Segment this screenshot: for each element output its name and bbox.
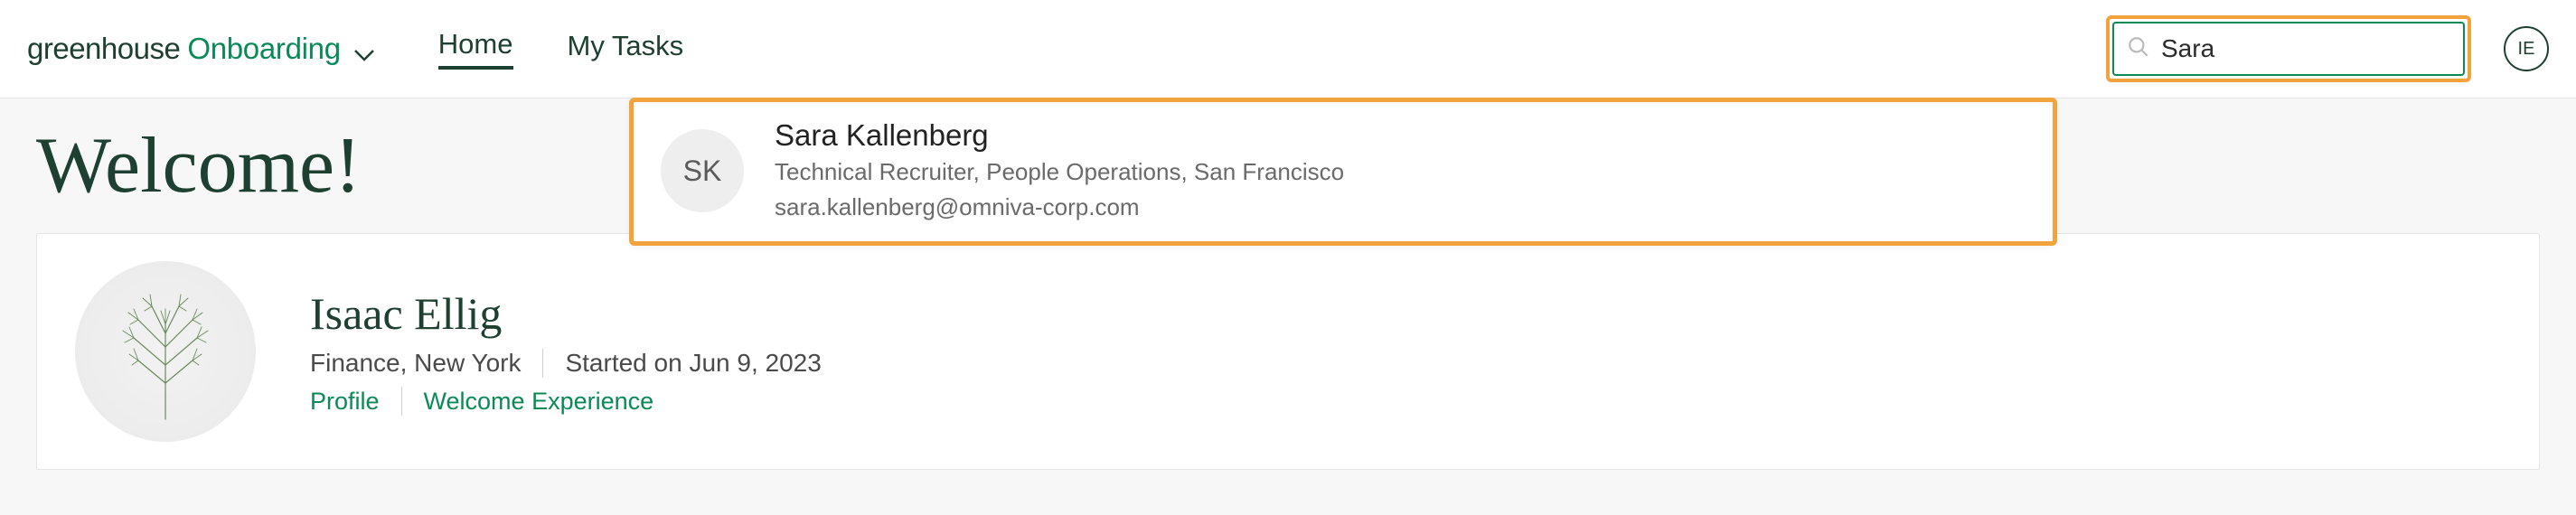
search-box[interactable] <box>2112 22 2465 76</box>
profile-info: Isaac Ellig Finance, New York Started on… <box>310 287 822 416</box>
search-result-item[interactable]: SK Sara Kallenberg Technical Recruiter, … <box>629 98 2057 246</box>
profile-links: Profile Welcome Experience <box>310 387 822 416</box>
brand-greenhouse: greenhouse <box>27 32 180 66</box>
profile-link-welcome[interactable]: Welcome Experience <box>424 388 654 416</box>
profile-location: Finance, New York <box>310 349 521 378</box>
result-info: Sara Kallenberg Technical Recruiter, Peo… <box>775 118 1344 223</box>
main-nav: Home My Tasks <box>438 28 683 70</box>
brand-onboarding: Onboarding <box>187 32 340 66</box>
meta-divider <box>542 349 543 378</box>
current-user-avatar[interactable]: IE <box>2504 26 2549 71</box>
profile-meta: Finance, New York Started on Jun 9, 2023 <box>310 349 822 378</box>
search-input[interactable] <box>2161 34 2487 63</box>
chevron-down-icon <box>353 49 375 66</box>
nav-home[interactable]: Home <box>438 28 513 70</box>
search-highlight <box>2106 15 2471 82</box>
result-name: Sara Kallenberg <box>775 118 1344 153</box>
profile-started: Started on Jun 9, 2023 <box>565 349 821 378</box>
profile-link-profile[interactable]: Profile <box>310 388 380 416</box>
result-avatar: SK <box>661 129 744 212</box>
brand-switcher[interactable]: greenhouse Onboarding <box>27 32 375 66</box>
profile-name: Isaac Ellig <box>310 287 822 340</box>
result-email: sara.kallenberg@omniva-corp.com <box>775 192 1344 223</box>
app-header: greenhouse Onboarding Home My Tasks IE <box>0 0 2576 98</box>
meta-divider <box>401 387 402 416</box>
profile-card: Isaac Ellig Finance, New York Started on… <box>36 233 2540 470</box>
search-icon <box>2127 35 2150 63</box>
nav-my-tasks[interactable]: My Tasks <box>568 30 684 68</box>
result-role: Technical Recruiter, People Operations, … <box>775 156 1344 188</box>
profile-avatar-image <box>75 261 256 442</box>
